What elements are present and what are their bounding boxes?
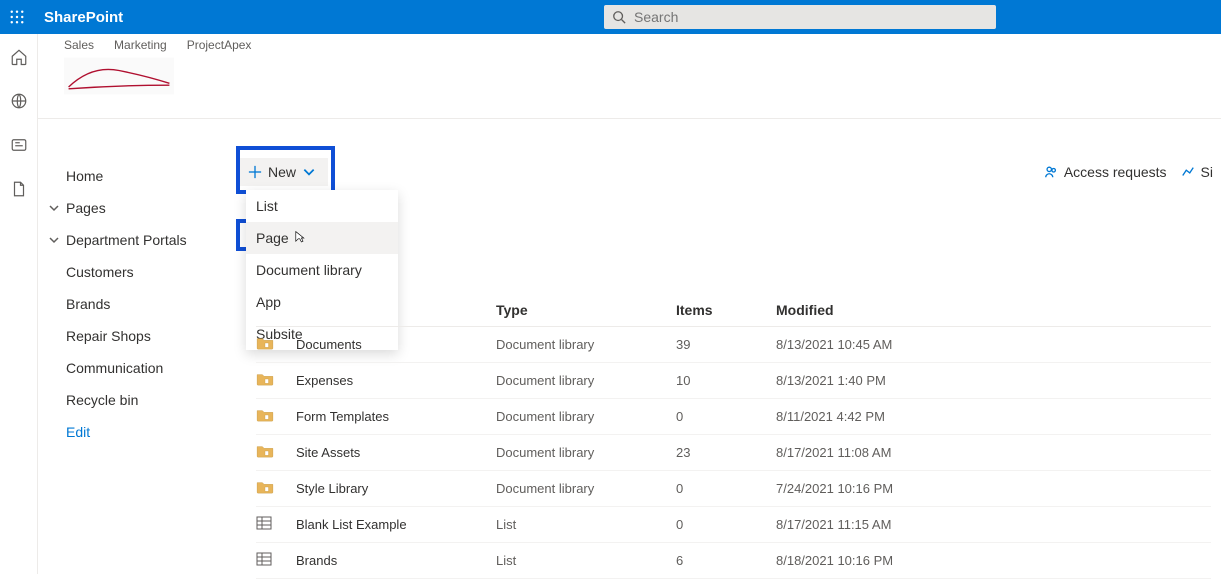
new-label: New [268, 164, 296, 180]
left-nav: Home Pages Department Portals Customers … [38, 150, 236, 448]
search-input[interactable] [634, 9, 988, 25]
row-items: 0 [676, 409, 776, 424]
menu-item-page-label: Page [256, 230, 289, 246]
waffle-icon [10, 10, 24, 24]
row-items: 39 [676, 337, 776, 352]
header-link-marketing[interactable]: Marketing [114, 38, 167, 52]
people-icon [1044, 165, 1058, 179]
site-logo [64, 56, 1197, 99]
row-modified: 8/11/2021 4:42 PM [776, 409, 956, 424]
plus-icon [248, 165, 262, 179]
list-icon [256, 516, 272, 530]
row-items: 23 [676, 445, 776, 460]
row-items: 0 [676, 481, 776, 496]
folder-icon [256, 408, 274, 422]
row-modified: 7/24/2021 10:16 PM [776, 481, 956, 496]
car-logo-icon [64, 56, 174, 96]
command-bar-right: Access requests Si [1044, 150, 1221, 194]
chevron-down-icon [302, 165, 316, 179]
topbar: SharePoint [0, 0, 1221, 34]
folder-icon [256, 336, 274, 350]
nav-pages-label: Pages [66, 200, 106, 216]
nav-communication[interactable]: Communication [38, 352, 236, 384]
row-type: Document library [496, 481, 676, 496]
header-links: Sales Marketing ProjectApex [64, 38, 1197, 52]
chart-icon [1181, 165, 1195, 179]
row-modified: 8/18/2021 10:16 PM [776, 553, 956, 568]
chevron-down-icon [48, 202, 60, 214]
site-header: Sales Marketing ProjectApex [38, 34, 1221, 119]
row-type: Document library [496, 373, 676, 388]
nav-customers[interactable]: Customers [38, 256, 236, 288]
table-row[interactable]: Site AssetsDocument library238/17/2021 1… [256, 435, 1211, 471]
row-type: Document library [496, 409, 676, 424]
globe-icon[interactable] [10, 92, 28, 110]
app-launcher-button[interactable] [0, 0, 34, 34]
folder-icon [256, 480, 274, 494]
row-modified: 8/17/2021 11:15 AM [776, 517, 956, 532]
row-modified: 8/17/2021 11:08 AM [776, 445, 956, 460]
list-icon [256, 552, 272, 566]
row-type: List [496, 553, 676, 568]
left-rail [0, 34, 38, 574]
table-row[interactable]: DocumentsDocument library398/13/2021 10:… [256, 327, 1211, 363]
chevron-down-icon [48, 234, 60, 246]
new-button[interactable]: New [236, 158, 328, 186]
menu-item-document-library[interactable]: Document library [246, 254, 398, 286]
col-header-modified[interactable]: Modified [776, 302, 956, 318]
cursor-pointer-icon [291, 230, 307, 246]
col-header-items[interactable]: Items [676, 302, 776, 318]
nav-pages[interactable]: Pages [38, 192, 236, 224]
row-name: Brands [296, 553, 496, 568]
row-items: 10 [676, 373, 776, 388]
row-modified: 8/13/2021 1:40 PM [776, 373, 956, 388]
row-type: Document library [496, 337, 676, 352]
news-icon[interactable] [10, 136, 28, 154]
row-type: List [496, 517, 676, 532]
menu-item-page[interactable]: Page [246, 222, 398, 254]
access-requests-label: Access requests [1064, 164, 1167, 180]
menu-item-list[interactable]: List [246, 190, 398, 222]
row-items: 6 [676, 553, 776, 568]
table-row[interactable]: Blank List ExampleList08/17/2021 11:15 A… [256, 507, 1211, 543]
search-box[interactable] [604, 5, 996, 29]
header-link-sales[interactable]: Sales [64, 38, 94, 52]
nav-brands[interactable]: Brands [38, 288, 236, 320]
nav-department-portals[interactable]: Department Portals [38, 224, 236, 256]
site-usage-label: Si [1201, 164, 1213, 180]
folder-icon [256, 444, 274, 458]
access-requests-button[interactable]: Access requests [1044, 164, 1167, 180]
row-name: Blank List Example [296, 517, 496, 532]
header-link-projectapex[interactable]: ProjectApex [187, 38, 252, 52]
file-icon[interactable] [10, 180, 28, 198]
site-usage-button[interactable]: Si [1181, 164, 1213, 180]
folder-icon [256, 372, 274, 386]
nav-repair-shops[interactable]: Repair Shops [38, 320, 236, 352]
home-icon[interactable] [10, 48, 28, 66]
row-modified: 8/13/2021 10:45 AM [776, 337, 956, 352]
site-contents: Type Items Modified DocumentsDocument li… [256, 300, 1211, 579]
row-name: Style Library [296, 481, 496, 496]
row-name: Documents [296, 337, 496, 352]
table-row[interactable]: ExpensesDocument library108/13/2021 1:40… [256, 363, 1211, 399]
command-bar: New Access requests Si [236, 150, 1221, 194]
grid-header: Type Items Modified [256, 300, 1211, 327]
nav-dept-label: Department Portals [66, 232, 187, 248]
row-name: Form Templates [296, 409, 496, 424]
table-row[interactable]: Style LibraryDocument library07/24/2021 … [256, 471, 1211, 507]
row-type: Document library [496, 445, 676, 460]
row-items: 0 [676, 517, 776, 532]
row-name: Expenses [296, 373, 496, 388]
row-name: Site Assets [296, 445, 496, 460]
nav-home[interactable]: Home [38, 160, 236, 192]
nav-edit[interactable]: Edit [38, 416, 236, 448]
brand-label: SharePoint [44, 9, 123, 26]
col-header-type[interactable]: Type [496, 302, 676, 318]
nav-recycle-bin[interactable]: Recycle bin [38, 384, 236, 416]
search-icon [612, 10, 626, 24]
table-row[interactable]: Form TemplatesDocument library08/11/2021… [256, 399, 1211, 435]
